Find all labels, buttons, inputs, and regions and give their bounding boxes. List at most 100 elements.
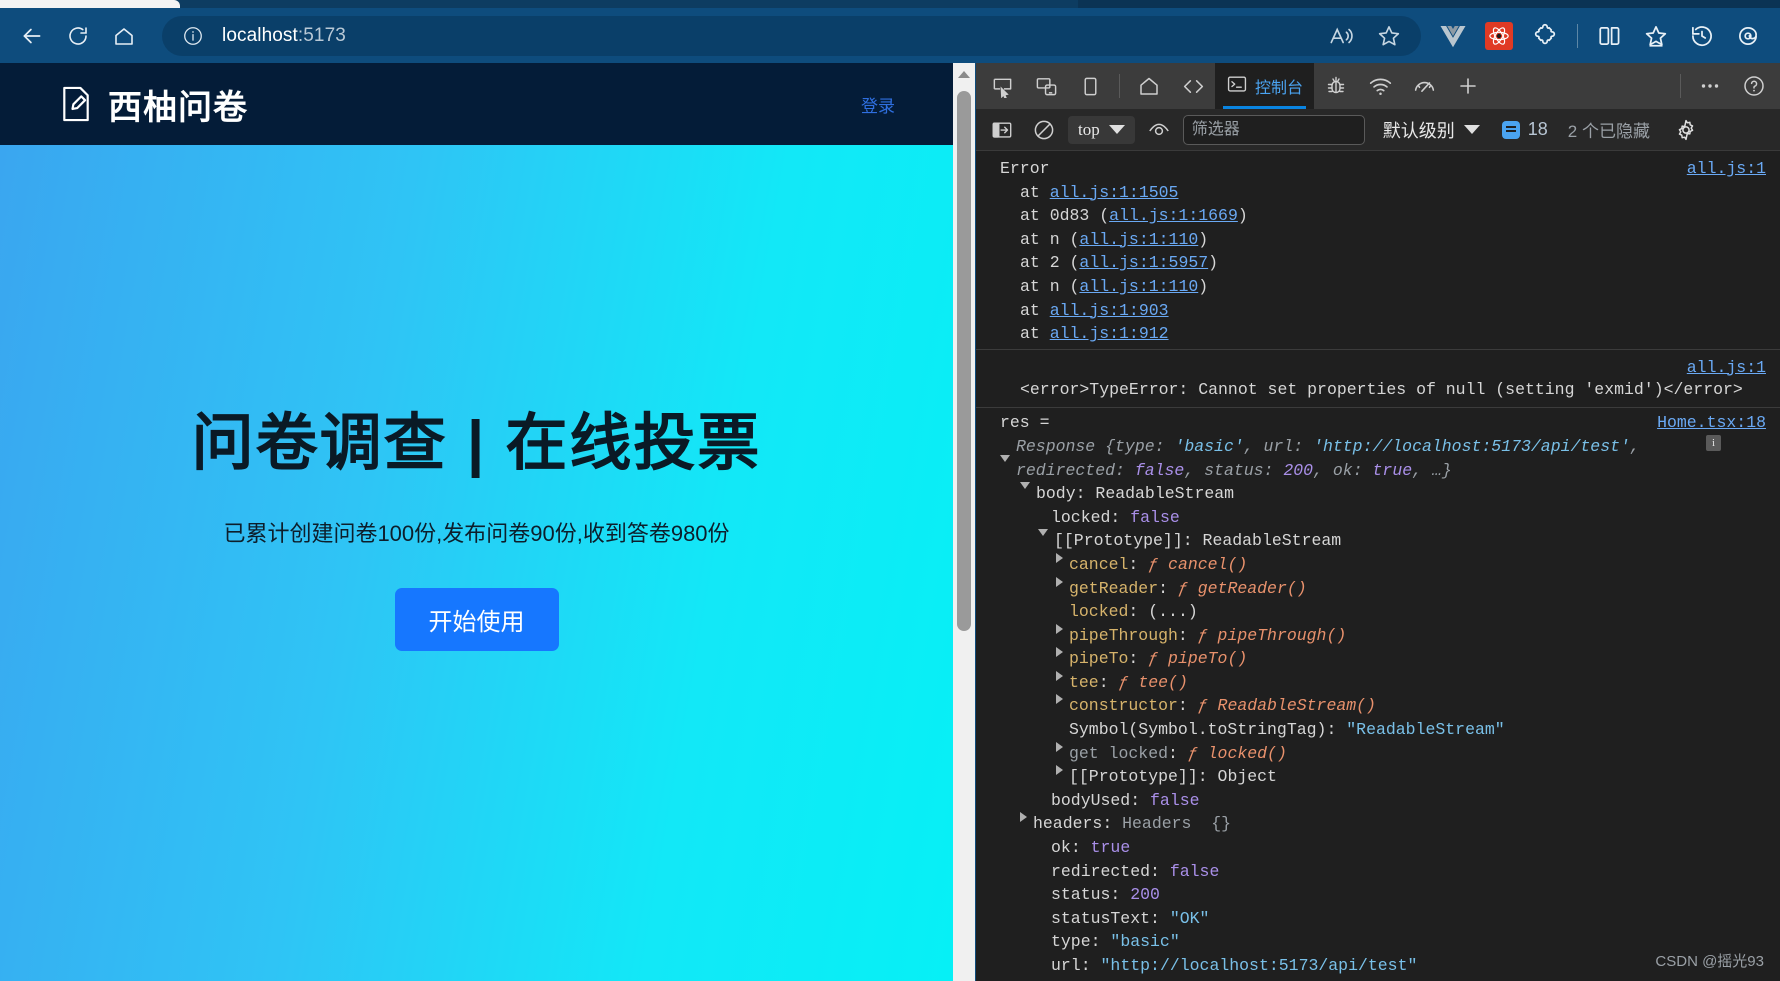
- stack-frame-link[interactable]: all.js:1:110: [1079, 228, 1198, 252]
- object-tree-row[interactable]: statusText: "OK": [976, 907, 1766, 931]
- stack-frame-link[interactable]: all.js:1:903: [1050, 299, 1169, 323]
- page-scrollbar[interactable]: [953, 63, 975, 981]
- vue-devtools-icon[interactable]: [1431, 16, 1475, 56]
- console-level-select[interactable]: 默认级别: [1383, 117, 1480, 143]
- scroll-up-arrow-icon[interactable]: [953, 63, 975, 85]
- performance-gauge-icon[interactable]: [1402, 67, 1446, 105]
- tab-console[interactable]: 控制台: [1215, 63, 1315, 109]
- object-tree-row[interactable]: [[Prototype]]: ReadableStream: [976, 529, 1766, 553]
- stack-frame-link[interactable]: all.js:1:5957: [1079, 251, 1208, 275]
- property-name: headers: [1033, 814, 1103, 834]
- hidden-messages-label[interactable]: 2 个已隐藏: [1568, 117, 1650, 142]
- profile-icon[interactable]: [1726, 16, 1770, 56]
- object-tree-row[interactable]: [[Prototype]]: Object: [976, 765, 1766, 789]
- stack-frame-link[interactable]: all.js:1:110: [1079, 275, 1198, 299]
- expand-triangle-icon[interactable]: [1056, 765, 1063, 776]
- expand-triangle-icon[interactable]: [1000, 454, 1010, 462]
- console-sidebar-icon[interactable]: [984, 115, 1020, 145]
- object-tree-row[interactable]: locked: false: [976, 506, 1766, 530]
- collapse-triangle-icon[interactable]: [1020, 482, 1030, 490]
- hero-title: 问卷调查 | 在线投票: [191, 408, 762, 478]
- home-button[interactable]: [102, 16, 146, 56]
- expand-triangle-icon[interactable]: [1020, 812, 1027, 823]
- collections-icon[interactable]: [1634, 16, 1678, 56]
- object-tree-row[interactable]: locked: (...): [976, 600, 1766, 624]
- object-tree-row[interactable]: url: "http://localhost:5173/api/test": [976, 954, 1766, 978]
- object-tree-row[interactable]: pipeThrough: ƒ pipeThrough(): [976, 623, 1766, 648]
- console-filter-input[interactable]: [1182, 114, 1365, 145]
- help-icon[interactable]: [1732, 67, 1776, 105]
- brand[interactable]: 西柚问卷: [58, 80, 248, 129]
- site-info-icon[interactable]: [180, 23, 206, 49]
- expand-triangle-icon[interactable]: [1056, 741, 1063, 752]
- object-preview-row[interactable]: Response {type: 'basic', url: 'http://lo…: [976, 434, 1766, 482]
- property-name: cancel: [1069, 554, 1129, 574]
- extensions-puzzle-icon[interactable]: [1523, 16, 1567, 56]
- address-bar[interactable]: localhost:5173: [162, 15, 1421, 56]
- debugger-bug-icon[interactable]: [1314, 67, 1358, 105]
- console-settings-gear-icon[interactable]: [1668, 115, 1704, 145]
- object-tree-row[interactable]: redirected: false: [976, 860, 1766, 884]
- object-tree-row[interactable]: status: 200: [976, 883, 1766, 907]
- object-tree-row[interactable]: ok: true: [976, 836, 1766, 860]
- refresh-button[interactable]: [56, 16, 100, 56]
- expand-triangle-icon[interactable]: [1056, 647, 1063, 658]
- device-toolbar-icon[interactable]: [1024, 67, 1068, 105]
- expand-triangle-icon[interactable]: [1056, 670, 1063, 681]
- start-using-button[interactable]: 开始使用: [394, 588, 559, 652]
- object-tree-row[interactable]: pipeTo: ƒ pipeTo(): [976, 647, 1766, 671]
- favorite-star-icon[interactable]: [1367, 16, 1411, 56]
- login-link[interactable]: 登录: [861, 97, 895, 116]
- property-name: status: [1051, 885, 1111, 905]
- add-tab-icon[interactable]: [1446, 67, 1490, 105]
- live-expression-eye-icon[interactable]: [1141, 115, 1177, 145]
- stack-frame-link[interactable]: all.js:1:1505: [1050, 181, 1179, 205]
- collapse-triangle-icon[interactable]: [1038, 529, 1048, 537]
- dock-panel-icon[interactable]: [1068, 67, 1112, 105]
- expand-triangle-icon[interactable]: [1056, 623, 1063, 634]
- history-icon[interactable]: [1680, 16, 1724, 56]
- expand-triangle-icon[interactable]: [1056, 552, 1063, 563]
- object-tree-row[interactable]: headers: Headers {}: [976, 812, 1766, 836]
- active-tab[interactable]: [0, 0, 180, 8]
- elements-code-icon[interactable]: [1171, 67, 1215, 105]
- property-separator: :: [1128, 602, 1149, 622]
- source-link[interactable]: Home.tsx:18: [1657, 411, 1766, 435]
- brand-title: 西柚问卷: [108, 88, 248, 127]
- console-message-error-stack[interactable]: all.js:1 Error at all.js:1:1505 at 0d83 …: [976, 154, 1780, 349]
- stack-frame-link[interactable]: all.js:1:912: [1050, 322, 1169, 346]
- source-link[interactable]: all.js:1: [1687, 356, 1766, 380]
- console-line: at 2 (all.js:1:5957): [976, 251, 1766, 275]
- object-tree-row[interactable]: tee: ƒ tee(): [976, 670, 1766, 695]
- network-wifi-icon[interactable]: [1358, 67, 1402, 105]
- scrollbar-thumb[interactable]: [957, 91, 971, 631]
- object-tree-row[interactable]: getReader: ƒ getReader(): [976, 576, 1766, 601]
- object-tree-row[interactable]: type: "basic": [976, 930, 1766, 954]
- more-tools-icon[interactable]: [1688, 67, 1732, 105]
- console-message-res-object[interactable]: Home.tsx:18 res = Response {type: 'basic…: [976, 407, 1780, 980]
- console-message-type-error[interactable]: all.js:1 <error>TypeError: Cannot set pr…: [976, 348, 1780, 408]
- object-tree-row[interactable]: cancel: ƒ cancel(): [976, 552, 1766, 577]
- object-tree-row[interactable]: body: ReadableStream: [976, 482, 1766, 506]
- object-tree-row[interactable]: constructor: ƒ ReadableStream(): [976, 694, 1766, 718]
- console-output[interactable]: all.js:1 Error at all.js:1:1505 at 0d83 …: [976, 151, 1780, 981]
- expand-triangle-icon[interactable]: [1056, 694, 1063, 705]
- home-icon[interactable]: [1127, 67, 1171, 105]
- react-devtools-icon[interactable]: [1477, 16, 1521, 56]
- split-screen-icon[interactable]: [1588, 16, 1632, 56]
- object-tree-row[interactable]: bodyUsed: false: [976, 789, 1766, 813]
- object-tree-row[interactable]: get locked: ƒ locked(): [976, 741, 1766, 766]
- source-link[interactable]: all.js:1: [1687, 157, 1766, 181]
- clear-console-icon[interactable]: [1026, 115, 1062, 145]
- expand-triangle-icon[interactable]: [1056, 576, 1063, 587]
- inspect-element-icon[interactable]: [980, 67, 1024, 105]
- read-aloud-icon[interactable]: [1319, 16, 1363, 56]
- stack-frame-link[interactable]: all.js:1:1669: [1109, 204, 1238, 228]
- property-name: constructor: [1069, 696, 1178, 716]
- info-badge-icon[interactable]: i: [1706, 434, 1721, 451]
- web-page: 西柚问卷 登录 问卷调查 | 在线投票 已累计创建问卷100份,发布问卷90份,…: [0, 63, 953, 981]
- back-button[interactable]: [10, 16, 54, 56]
- execution-context-select[interactable]: top: [1068, 115, 1135, 144]
- object-tree[interactable]: body: ReadableStream locked: false [[Proto…: [976, 482, 1766, 977]
- object-tree-row[interactable]: Symbol(Symbol.toStringTag): "ReadableStr…: [976, 718, 1766, 742]
